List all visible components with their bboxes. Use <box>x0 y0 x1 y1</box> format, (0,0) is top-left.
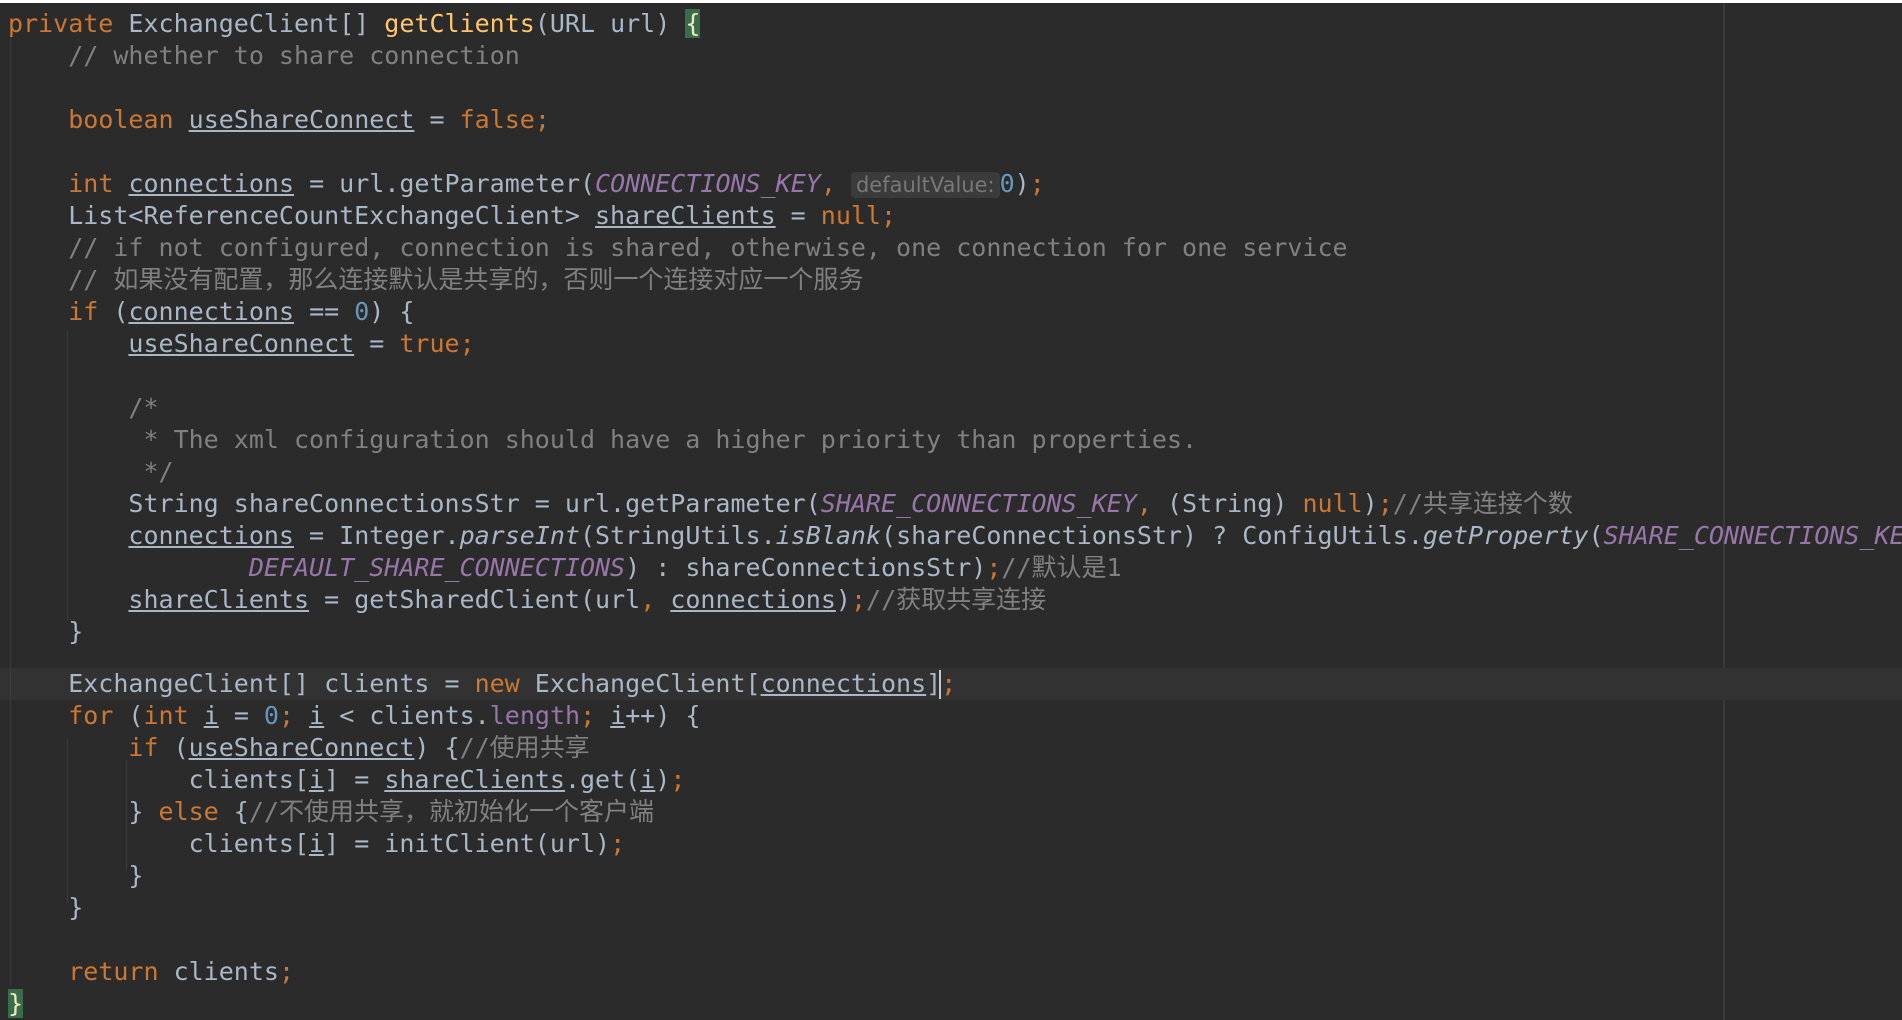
code-line[interactable]: ExchangeClient[] clients = new ExchangeC… <box>8 668 956 700</box>
code-line[interactable]: clients[i] = initClient(url); <box>8 828 626 860</box>
code-line[interactable]: clients[i] = shareClients.get(i); <box>8 764 686 796</box>
code-line[interactable]: if (connections == 0) { <box>8 296 414 328</box>
code-line[interactable]: // 如果没有配置，那么连接默认是共享的，否则一个连接对应一个服务 <box>8 264 863 296</box>
code-line[interactable]: // whether to share connection <box>8 40 520 72</box>
code-line[interactable]: return clients; <box>8 956 294 988</box>
code-line[interactable]: } <box>8 616 83 648</box>
code-line[interactable]: String shareConnectionsStr = url.getPara… <box>8 488 1572 520</box>
code-line[interactable]: boolean useShareConnect = false; <box>8 104 550 136</box>
code-line[interactable]: shareClients = getSharedClient(url, conn… <box>8 584 1046 616</box>
code-line[interactable]: } <box>8 860 143 892</box>
code-line[interactable]: if (useShareConnect) {//使用共享 <box>8 732 589 764</box>
right-margin-guide <box>1723 3 1725 1020</box>
code-line[interactable]: for (int i = 0; i < clients.length; i++)… <box>8 700 700 732</box>
code-line[interactable]: private ExchangeClient[] getClients(URL … <box>8 8 701 40</box>
code-line[interactable]: } <box>8 988 24 1020</box>
code-line[interactable]: DEFAULT_SHARE_CONNECTIONS) : shareConnec… <box>8 552 1122 584</box>
code-editor[interactable]: private ExchangeClient[] getClients(URL … <box>0 0 1902 1020</box>
code-line[interactable]: List<ReferenceCountExchangeClient> share… <box>8 200 896 232</box>
code-line[interactable]: */ <box>8 456 173 488</box>
code-line[interactable]: // if not configured, connection is shar… <box>8 232 1347 264</box>
code-line[interactable]: int connections = url.getParameter(CONNE… <box>8 168 1045 200</box>
code-line[interactable]: } else {//不使用共享，就初始化一个客户端 <box>8 796 654 828</box>
code-line[interactable]: useShareConnect = true; <box>8 328 474 360</box>
top-border <box>0 0 1902 3</box>
code-line[interactable]: } <box>8 892 83 924</box>
text-caret <box>939 670 941 699</box>
code-line[interactable]: connections = Integer.parseInt(StringUti… <box>8 520 1902 552</box>
inlay-hint: defaultValue: <box>850 172 1000 198</box>
code-line[interactable]: /* <box>8 392 158 424</box>
code-line[interactable]: * The xml configuration should have a hi… <box>8 424 1197 456</box>
